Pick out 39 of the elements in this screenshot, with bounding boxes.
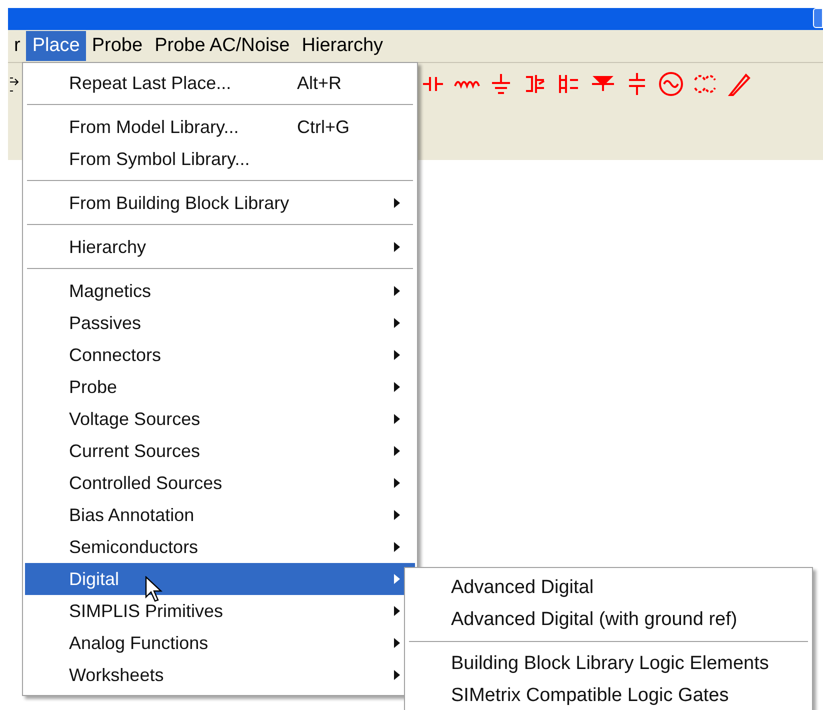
menu-item[interactable]: Current Sources	[25, 435, 415, 467]
menu-item[interactable]: Repeat Last Place... Alt+R	[25, 67, 415, 99]
submenu-arrow-icon	[393, 541, 401, 553]
menu-item[interactable]: Hierarchy	[25, 231, 415, 263]
submenu-arrow-icon	[393, 197, 401, 209]
submenu-arrow-icon	[393, 445, 401, 457]
pen-icon[interactable]	[726, 71, 752, 97]
menu-item[interactable]: Place	[26, 31, 86, 61]
submenu-arrow-icon	[393, 637, 401, 649]
submenu-arrow-icon	[393, 381, 401, 393]
menu-item[interactable]: Semiconductors	[25, 531, 415, 563]
window-button[interactable]	[813, 8, 823, 28]
mouse-pointer-icon	[145, 576, 163, 602]
menu-item[interactable]: Controlled Sources	[25, 467, 415, 499]
menu-item[interactable]: Probe AC/Noise	[148, 31, 296, 61]
menu-item[interactable]: Bias Annotation	[25, 499, 415, 531]
menu-item[interactable]: Hierarchy	[296, 31, 390, 61]
submenu-arrow-icon	[393, 241, 401, 253]
submenu-arrow-icon	[393, 413, 401, 425]
menu-item[interactable]: From Model Library... Ctrl+G	[25, 111, 415, 143]
submenu-arrow-icon	[393, 285, 401, 297]
submenu-arrow-icon	[393, 477, 401, 489]
submenu-arrow-icon	[393, 605, 401, 617]
submenu-arrow-icon	[393, 509, 401, 521]
submenu-arrow-icon	[393, 573, 401, 585]
menu-item[interactable]: Passives	[25, 307, 415, 339]
submenu-arrow-icon	[393, 349, 401, 361]
menu-item[interactable]: r	[8, 31, 26, 61]
menu-item[interactable]: Magnetics	[25, 275, 415, 307]
menu-item[interactable]: From Symbol Library...	[25, 143, 415, 175]
menu-item[interactable]: Probe	[25, 371, 415, 403]
submenu-arrow-icon	[393, 317, 401, 329]
menu-item[interactable]: Digital	[25, 563, 415, 595]
menu-item[interactable]: From Building Block Library	[25, 187, 415, 219]
ac-source-icon[interactable]	[658, 71, 684, 97]
submenu-arrow-icon	[393, 669, 401, 681]
menu-item[interactable]: Probe	[86, 31, 149, 61]
menu-item[interactable]: Voltage Sources	[25, 403, 415, 435]
menu-item[interactable]: Connectors	[25, 339, 415, 371]
